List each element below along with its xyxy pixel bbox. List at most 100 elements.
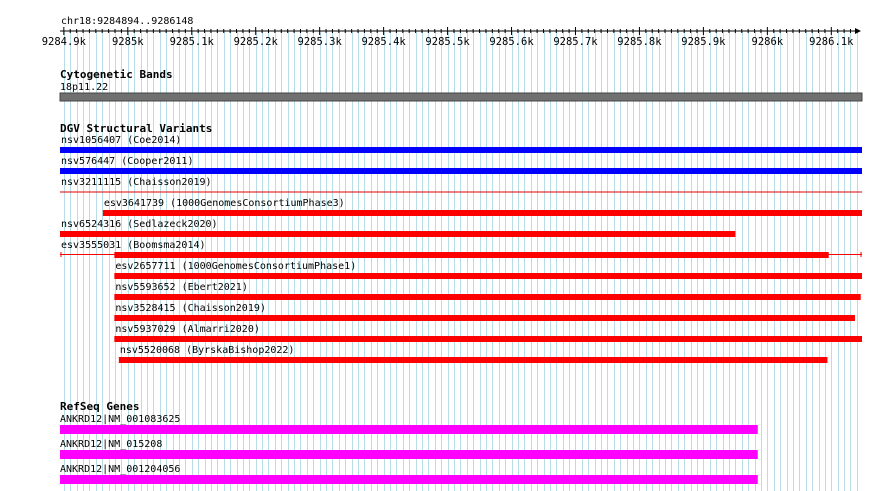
refseq-transcript-bar[interactable] <box>60 475 758 484</box>
dgv-feature-source-close: ) <box>288 345 294 356</box>
dgv-feature-source: Chaisson2019 <box>133 177 205 188</box>
dgv-feature-bar[interactable] <box>118 357 828 363</box>
dgv-feature-bar[interactable] <box>60 168 862 174</box>
dgv-feature-bar[interactable] <box>102 210 862 216</box>
dgv-feature-source: 1000GenomesConsortiumPhase1 <box>188 261 351 272</box>
dgv-feature-source-open: ( <box>176 261 188 272</box>
ruler-tick-label: 9285.7k <box>553 36 598 48</box>
dgv-feature-id: nsv576447 <box>61 156 115 167</box>
ruler-tick-label: 9285.8k <box>617 36 662 48</box>
ruler-tick-label: 9285.2k <box>234 36 279 48</box>
dgv-feature-source-open: ( <box>121 240 133 251</box>
dgv-feature-source: Coe2014 <box>133 135 175 146</box>
refseq-track-title: RefSeq Genes <box>60 400 139 413</box>
dgv-feature-source-close: ) <box>254 324 260 335</box>
dgv-feature-source-close: ) <box>350 261 356 272</box>
dgv-feature-id: nsv5593652 <box>115 282 175 293</box>
dgv-feature-label: esv2657711 (1000GenomesConsortiumPhase1) <box>115 261 356 272</box>
dgv-feature-source-close: ) <box>260 303 266 314</box>
dgv-feature-id: esv3555031 <box>61 240 121 251</box>
cyto-band-18p11-22[interactable] <box>59 92 863 102</box>
ruler-tick-label: 9286k <box>752 36 784 48</box>
ruler-tick-label: 9285.1k <box>170 36 215 48</box>
dgv-feature-label: nsv3528415 (Chaisson2019) <box>115 303 266 314</box>
dgv-feature-source-open: ( <box>176 324 188 335</box>
dgv-feature-label: nsv5520068 (ByrskaBishop2022) <box>120 345 295 356</box>
ruler-tick-label: 9284.9k <box>42 36 87 48</box>
cyto-band-label: 18p11.22 <box>60 82 108 93</box>
refseq-transcript-bar[interactable] <box>60 450 758 459</box>
dgv-feature-bar[interactable] <box>114 315 855 321</box>
dgv-feature-source-close: ) <box>187 156 193 167</box>
dgv-feature-label: nsv1056407 (Coe2014) <box>61 135 181 146</box>
dgv-feature-bar[interactable] <box>114 294 861 300</box>
dgv-feature-id: nsv5520068 <box>120 345 180 356</box>
dgv-feature-bar[interactable] <box>60 231 736 237</box>
dgv-feature-source: 1000GenomesConsortiumPhase3 <box>176 198 339 209</box>
dgv-feature-label: nsv6524316 (Sedlazeck2020) <box>61 219 218 230</box>
dgv-feature-source-open: ( <box>121 177 133 188</box>
dgv-feature-id: nsv5937029 <box>115 324 175 335</box>
ruler-tick-label: 9285k <box>112 36 144 48</box>
dgv-feature-id: nsv6524316 <box>61 219 121 230</box>
dgv-feature-source-close: ) <box>212 219 218 230</box>
dgv-feature-source-close: ) <box>200 240 206 251</box>
dgv-feature-source-open: ( <box>176 303 188 314</box>
dgv-feature-id: esv3641739 <box>104 198 164 209</box>
dgv-feature-label: esv3555031 (Boomsma2014) <box>61 240 206 251</box>
dgv-feature-source-open: ( <box>176 282 188 293</box>
dgv-feature-source: Sedlazeck2020 <box>133 219 211 230</box>
dgv-feature-nsv5937029[interactable]: nsv5937029 (Almarri2020) <box>114 324 862 342</box>
ruler-tick-label: 9285.4k <box>361 36 406 48</box>
dgv-feature-esv2657711[interactable]: esv2657711 (1000GenomesConsortiumPhase1) <box>114 261 862 279</box>
dgv-feature-source-close: ) <box>339 198 345 209</box>
dgv-feature-source: ByrskaBishop2022 <box>192 345 288 356</box>
dgv-feature-nsv6524316[interactable]: nsv6524316 (Sedlazeck2020) <box>60 219 736 237</box>
refseq-transcript-label: ANKRD12|NM_015208 <box>60 439 162 450</box>
region-label: chr18:9284894..9286148 <box>61 16 193 27</box>
dgv-feature-bar[interactable] <box>60 147 862 153</box>
dgv-feature-nsv3528415[interactable]: nsv3528415 (Chaisson2019) <box>114 303 855 321</box>
dgv-feature-source-open: ( <box>164 198 176 209</box>
dgv-feature-source-close: ) <box>206 177 212 188</box>
refseq-transcript-bar[interactable] <box>60 425 758 434</box>
ruler-tick-label: 9285.6k <box>489 36 534 48</box>
dgv-feature-id: nsv3211115 <box>61 177 121 188</box>
refseq-transcript-label: ANKRD12|NM_001083625 <box>60 414 180 425</box>
dgv-feature-label: nsv5937029 (Almarri2020) <box>115 324 260 335</box>
ruler-tick-label: 9285.9k <box>681 36 726 48</box>
dgv-feature-id: nsv1056407 <box>61 135 121 146</box>
refseq-features[interactable]: ANKRD12|NM_001083625 ANKRD12|NM_015208 ANK… <box>60 414 758 484</box>
dgv-feature-source: Chaisson2019 <box>188 303 260 314</box>
ruler-tick-label: 9285.3k <box>298 36 343 48</box>
dgv-feature-source-open: ( <box>180 345 192 356</box>
dgv-feature-label: nsv576447 (Cooper2011) <box>61 156 193 167</box>
coordinate-ruler[interactable]: chr18:9284894..9286148 9284.9k 9285k 9285.… <box>42 16 861 48</box>
refseq-transcript[interactable]: ANKRD12|NM_001083625 <box>60 414 758 434</box>
dgv-feature-label: esv3641739 (1000GenomesConsortiumPhase3) <box>104 198 345 209</box>
dgv-feature-source: Ebert2021 <box>188 282 242 293</box>
dgv-feature-source: Boomsma2014 <box>133 240 199 251</box>
dgv-feature-bar[interactable] <box>114 336 862 342</box>
dgv-feature-source-open: ( <box>121 219 133 230</box>
genome-browser-canvas: chr18:9284894..9286148 9284.9k 9285k 9285.… <box>42 16 863 491</box>
dgv-feature-label: nsv3211115 (Chaisson2019) <box>61 177 212 188</box>
refseq-transcript-label: ANKRD12|NM_001204056 <box>60 464 180 475</box>
refseq-transcript[interactable]: ANKRD12|NM_015208 <box>60 439 758 459</box>
dgv-feature-source-close: ) <box>242 282 248 293</box>
cyto-track-title: Cytogenetic Bands <box>60 68 173 81</box>
dgv-feature-id: nsv3528415 <box>115 303 175 314</box>
dgv-feature-label: nsv5593652 (Ebert2021) <box>115 282 247 293</box>
dgv-feature-bar[interactable] <box>114 273 862 279</box>
ruler-tick-label: 9285.5k <box>425 36 470 48</box>
dgv-feature-source-open: ( <box>115 156 127 167</box>
dgv-feature-source-open: ( <box>121 135 133 146</box>
ruler-tick-label: 9286.1k <box>809 36 854 48</box>
dgv-feature-source: Cooper2011 <box>127 156 187 167</box>
dgv-feature-id: esv2657711 <box>115 261 175 272</box>
dgv-feature-source-close: ) <box>175 135 181 146</box>
refseq-genes-track[interactable]: RefSeq Genes ANKRD12|NM_001083625ANKRD12… <box>60 400 758 484</box>
refseq-transcript[interactable]: ANKRD12|NM_001204056 <box>60 464 758 484</box>
dgv-feature-thick[interactable] <box>114 252 829 258</box>
dgv-feature-source: Almarri2020 <box>188 324 254 335</box>
